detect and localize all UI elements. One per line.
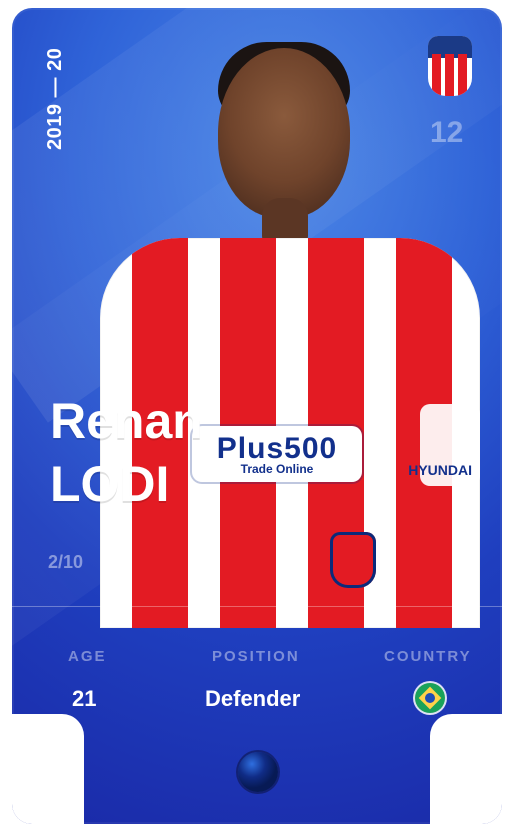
club-crest-stripe [432, 54, 441, 96]
stats-divider [12, 606, 502, 607]
card-bottom-notch-right [430, 714, 502, 824]
player-last-name: LODI [50, 456, 170, 512]
brazil-flag-icon [415, 683, 445, 713]
club-crest-stripe [445, 54, 454, 96]
position-value: Defender [205, 686, 301, 711]
player-photo: Plus500 Trade Online HYUNDAI [100, 38, 480, 628]
sleeve-sponsor-text: HYUNDAI [408, 462, 472, 478]
flag-circle [425, 693, 435, 703]
jersey-sponsor-patch: Plus500 Trade Online [192, 426, 362, 482]
jersey-number: 12 [430, 116, 464, 149]
age-label: AGE [68, 648, 107, 665]
card-shell: Plus500 Trade Online HYUNDAI 2019 — 20 1… [0, 0, 514, 832]
country-label: COUNTRY [384, 648, 472, 665]
card-bottom-notch-left [12, 714, 84, 824]
sponsor-subtext: Trade Online [240, 462, 314, 476]
club-crest-stripe [458, 54, 467, 96]
season-label: 2019 — 20 [44, 47, 66, 150]
card-edition: 2/10 [48, 552, 84, 572]
position-label: POSITION [212, 648, 300, 665]
age-value: 21 [72, 686, 97, 711]
sponsor-logo-text: Plus500 [216, 432, 338, 465]
player-first-name: Renan [50, 393, 203, 449]
club-crest-icon [428, 36, 472, 96]
rarity-orb-icon [238, 752, 278, 792]
player-head [218, 48, 350, 218]
jersey-crest-icon [330, 532, 376, 588]
